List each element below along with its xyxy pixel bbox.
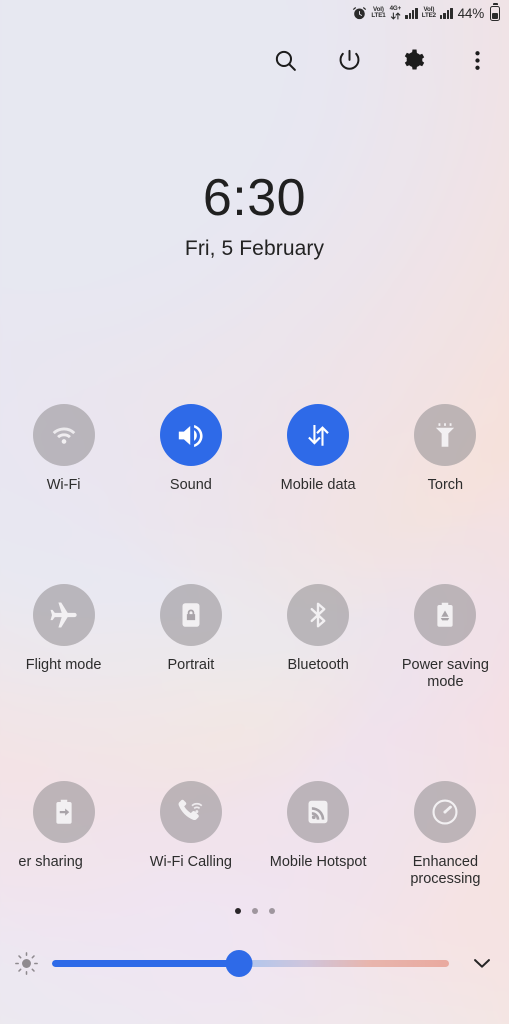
toggle-label: er sharing xyxy=(18,853,83,870)
quick-settings-row: Flight mode Portrait Bluetooth Power sav… xyxy=(0,583,509,692)
chevron-down-icon[interactable] xyxy=(455,950,509,976)
sim1-signal-bars-icon xyxy=(405,7,418,19)
toggle-label: Bluetooth xyxy=(287,656,349,673)
toggle-bluetooth[interactable]: Bluetooth xyxy=(255,583,382,692)
battery-icon xyxy=(490,3,500,21)
sim2-signal-bars-icon xyxy=(440,7,453,19)
clock-area[interactable]: 6:30 Fri, 5 February xyxy=(0,172,509,261)
sim2-network-label: VoI) LTE2 xyxy=(421,5,437,19)
settings-gear-icon[interactable] xyxy=(393,40,433,80)
wireless-power-sharing-icon xyxy=(32,780,95,843)
airplane-icon xyxy=(32,583,95,646)
toggle-mobile-data[interactable]: Mobile data xyxy=(255,404,382,495)
brightness-slider-fill xyxy=(52,959,239,967)
speedometer-icon xyxy=(414,780,477,843)
mobile-hotspot-icon xyxy=(287,780,350,843)
toggle-mobile-hotspot[interactable]: Mobile Hotspot xyxy=(255,780,382,889)
page-dot-1[interactable] xyxy=(234,908,241,914)
sim1-network-label: VoI) LTE1 xyxy=(371,5,386,19)
power-saving-battery-icon xyxy=(414,583,477,646)
status-bar: VoI) LTE1 4G+ VoI) LTE2 44% xyxy=(0,0,509,26)
quick-settings-grid: Wi-Fi Sound Mobile data Torch Flight mod… xyxy=(0,404,509,889)
page-indicator[interactable] xyxy=(0,908,509,914)
toggle-label: Mobile data xyxy=(280,477,356,493)
toggle-torch[interactable]: Torch xyxy=(382,404,509,495)
quick-settings-row: Wi-Fi Sound Mobile data Torch xyxy=(0,404,509,495)
sound-speaker-icon xyxy=(159,404,222,466)
search-icon[interactable] xyxy=(265,40,305,80)
wifi-calling-icon xyxy=(159,780,222,843)
battery-percent-label: 44% xyxy=(457,5,485,21)
brightness-slider[interactable] xyxy=(52,949,449,977)
toggle-label: Sound xyxy=(169,477,212,493)
toggle-power-saving-mode[interactable]: Power saving mode xyxy=(382,583,509,692)
bluetooth-icon xyxy=(287,583,350,646)
brightness-sun-icon[interactable] xyxy=(0,951,52,976)
flashlight-icon xyxy=(414,404,477,466)
rotation-lock-icon xyxy=(159,583,222,646)
toggle-wifi-calling[interactable]: Wi-Fi Calling xyxy=(127,780,254,889)
toggle-wifi[interactable]: Wi-Fi xyxy=(0,404,127,495)
wifi-icon xyxy=(32,404,95,466)
brightness-control-bar xyxy=(0,938,509,988)
brightness-slider-thumb[interactable] xyxy=(225,949,253,977)
toggle-label: Wi-Fi xyxy=(46,477,81,493)
toggle-label: Wi-Fi Calling xyxy=(149,853,232,870)
toggle-flight-mode[interactable]: Flight mode xyxy=(0,583,127,692)
toggle-portrait[interactable]: Portrait xyxy=(127,583,254,692)
clock-time: 6:30 xyxy=(202,169,307,227)
clock-date: Fri, 5 February xyxy=(184,237,325,260)
toggle-label: Enhanced processing xyxy=(410,853,481,888)
data-transfer-arrows-icon xyxy=(390,12,401,20)
header-action-bar xyxy=(265,40,497,80)
alarm-clock-icon xyxy=(352,6,367,21)
toggle-label: Flight mode xyxy=(25,656,102,673)
network-type-label: 4G+ xyxy=(390,5,401,20)
toggle-wireless-power-sharing[interactable]: er sharing xyxy=(0,780,127,889)
page-dot-3[interactable] xyxy=(268,908,275,914)
toggle-label: Mobile Hotspot xyxy=(269,853,367,870)
toggle-sound[interactable]: Sound xyxy=(127,404,254,495)
quick-settings-row: er sharing Wi-Fi Calling Mobile Hotspot … xyxy=(0,780,509,889)
power-icon[interactable] xyxy=(329,40,369,80)
mobile-data-arrows-icon xyxy=(287,404,350,466)
toggle-enhanced-processing[interactable]: Enhanced processing xyxy=(382,780,509,889)
toggle-label: Torch xyxy=(427,477,464,493)
toggle-label: Portrait xyxy=(167,656,215,673)
more-options-icon[interactable] xyxy=(457,40,497,80)
toggle-label: Power saving mode xyxy=(401,656,489,691)
page-dot-2[interactable] xyxy=(251,908,258,914)
